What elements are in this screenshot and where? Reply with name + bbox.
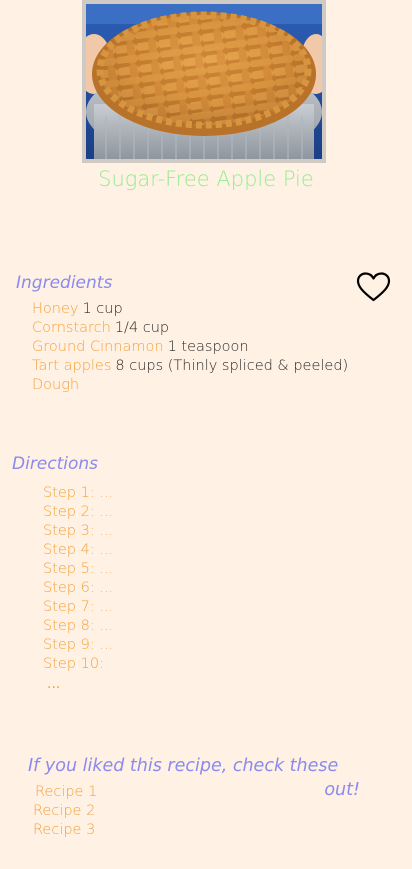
step-item: Step 6: ... [43, 580, 114, 596]
apple-pie-image [86, 4, 322, 159]
ingredient-quantity: 1/4 cup [114, 320, 170, 336]
step-item: Step 2: ... [43, 504, 114, 520]
step-item: Step 3: ... [43, 523, 114, 539]
step-item: Step 10: [43, 656, 104, 672]
ingredient-item: Cornstarch 1/4 cup [32, 319, 348, 338]
ingredient-item: Tart apples 8 cups (Thinly spliced & peel… [32, 357, 348, 376]
more-recipes-list: Recipe 1 Recipe 2 Recipe 3 [33, 783, 97, 840]
ingredient-quantity: 1 cup [82, 301, 123, 317]
ingredient-name: Tart apples [32, 358, 112, 374]
step-item: Step 7: ... [43, 599, 114, 615]
recipe-title: Sugar-Free Apple Pie [98, 167, 314, 191]
ingredient-name: Dough [32, 377, 80, 393]
ingredient-quantity: 8 cups (Thinly spliced & peeled) [115, 358, 349, 374]
ingredient-quantity: 1 teaspoon [167, 339, 249, 355]
recipe-photo [82, 0, 326, 163]
steps-more-ellipsis: ... [47, 676, 61, 692]
ingredient-name: Honey [32, 301, 79, 317]
heart-outline-icon [356, 272, 391, 302]
directions-heading: Directions [12, 454, 99, 474]
ingredient-name: Ground Cinnamon [32, 339, 164, 355]
step-item: Step 1: ... [43, 485, 114, 501]
step-list: Step 1: ... Step 2: ... Step 3: ... Step… [43, 484, 113, 674]
ingredient-item: Dough [32, 376, 348, 395]
step-item: Step 9: ... [43, 637, 114, 653]
step-item: Step 5: ... [43, 561, 114, 577]
recipe-link[interactable]: Recipe 2 [33, 802, 97, 821]
ingredient-list: Honey 1 cup Cornstarch 1/4 cup Ground Cinn… [32, 300, 348, 395]
step-item: Step 4: ... [43, 542, 114, 558]
ingredient-item: Ground Cinnamon 1 teaspoon [32, 338, 348, 357]
step-item: Step 8: ... [43, 618, 114, 634]
ingredient-name: Cornstarch [32, 320, 111, 336]
more-recipes-heading-line1: If you liked this recipe, check these [28, 756, 339, 776]
ingredient-item: Honey 1 cup [32, 300, 348, 319]
recipe-link[interactable]: Recipe 3 [33, 821, 97, 840]
favorite-button[interactable] [356, 271, 391, 303]
ingredients-heading: Ingredients [16, 273, 113, 293]
recipe-link[interactable]: Recipe 1 [33, 783, 97, 802]
